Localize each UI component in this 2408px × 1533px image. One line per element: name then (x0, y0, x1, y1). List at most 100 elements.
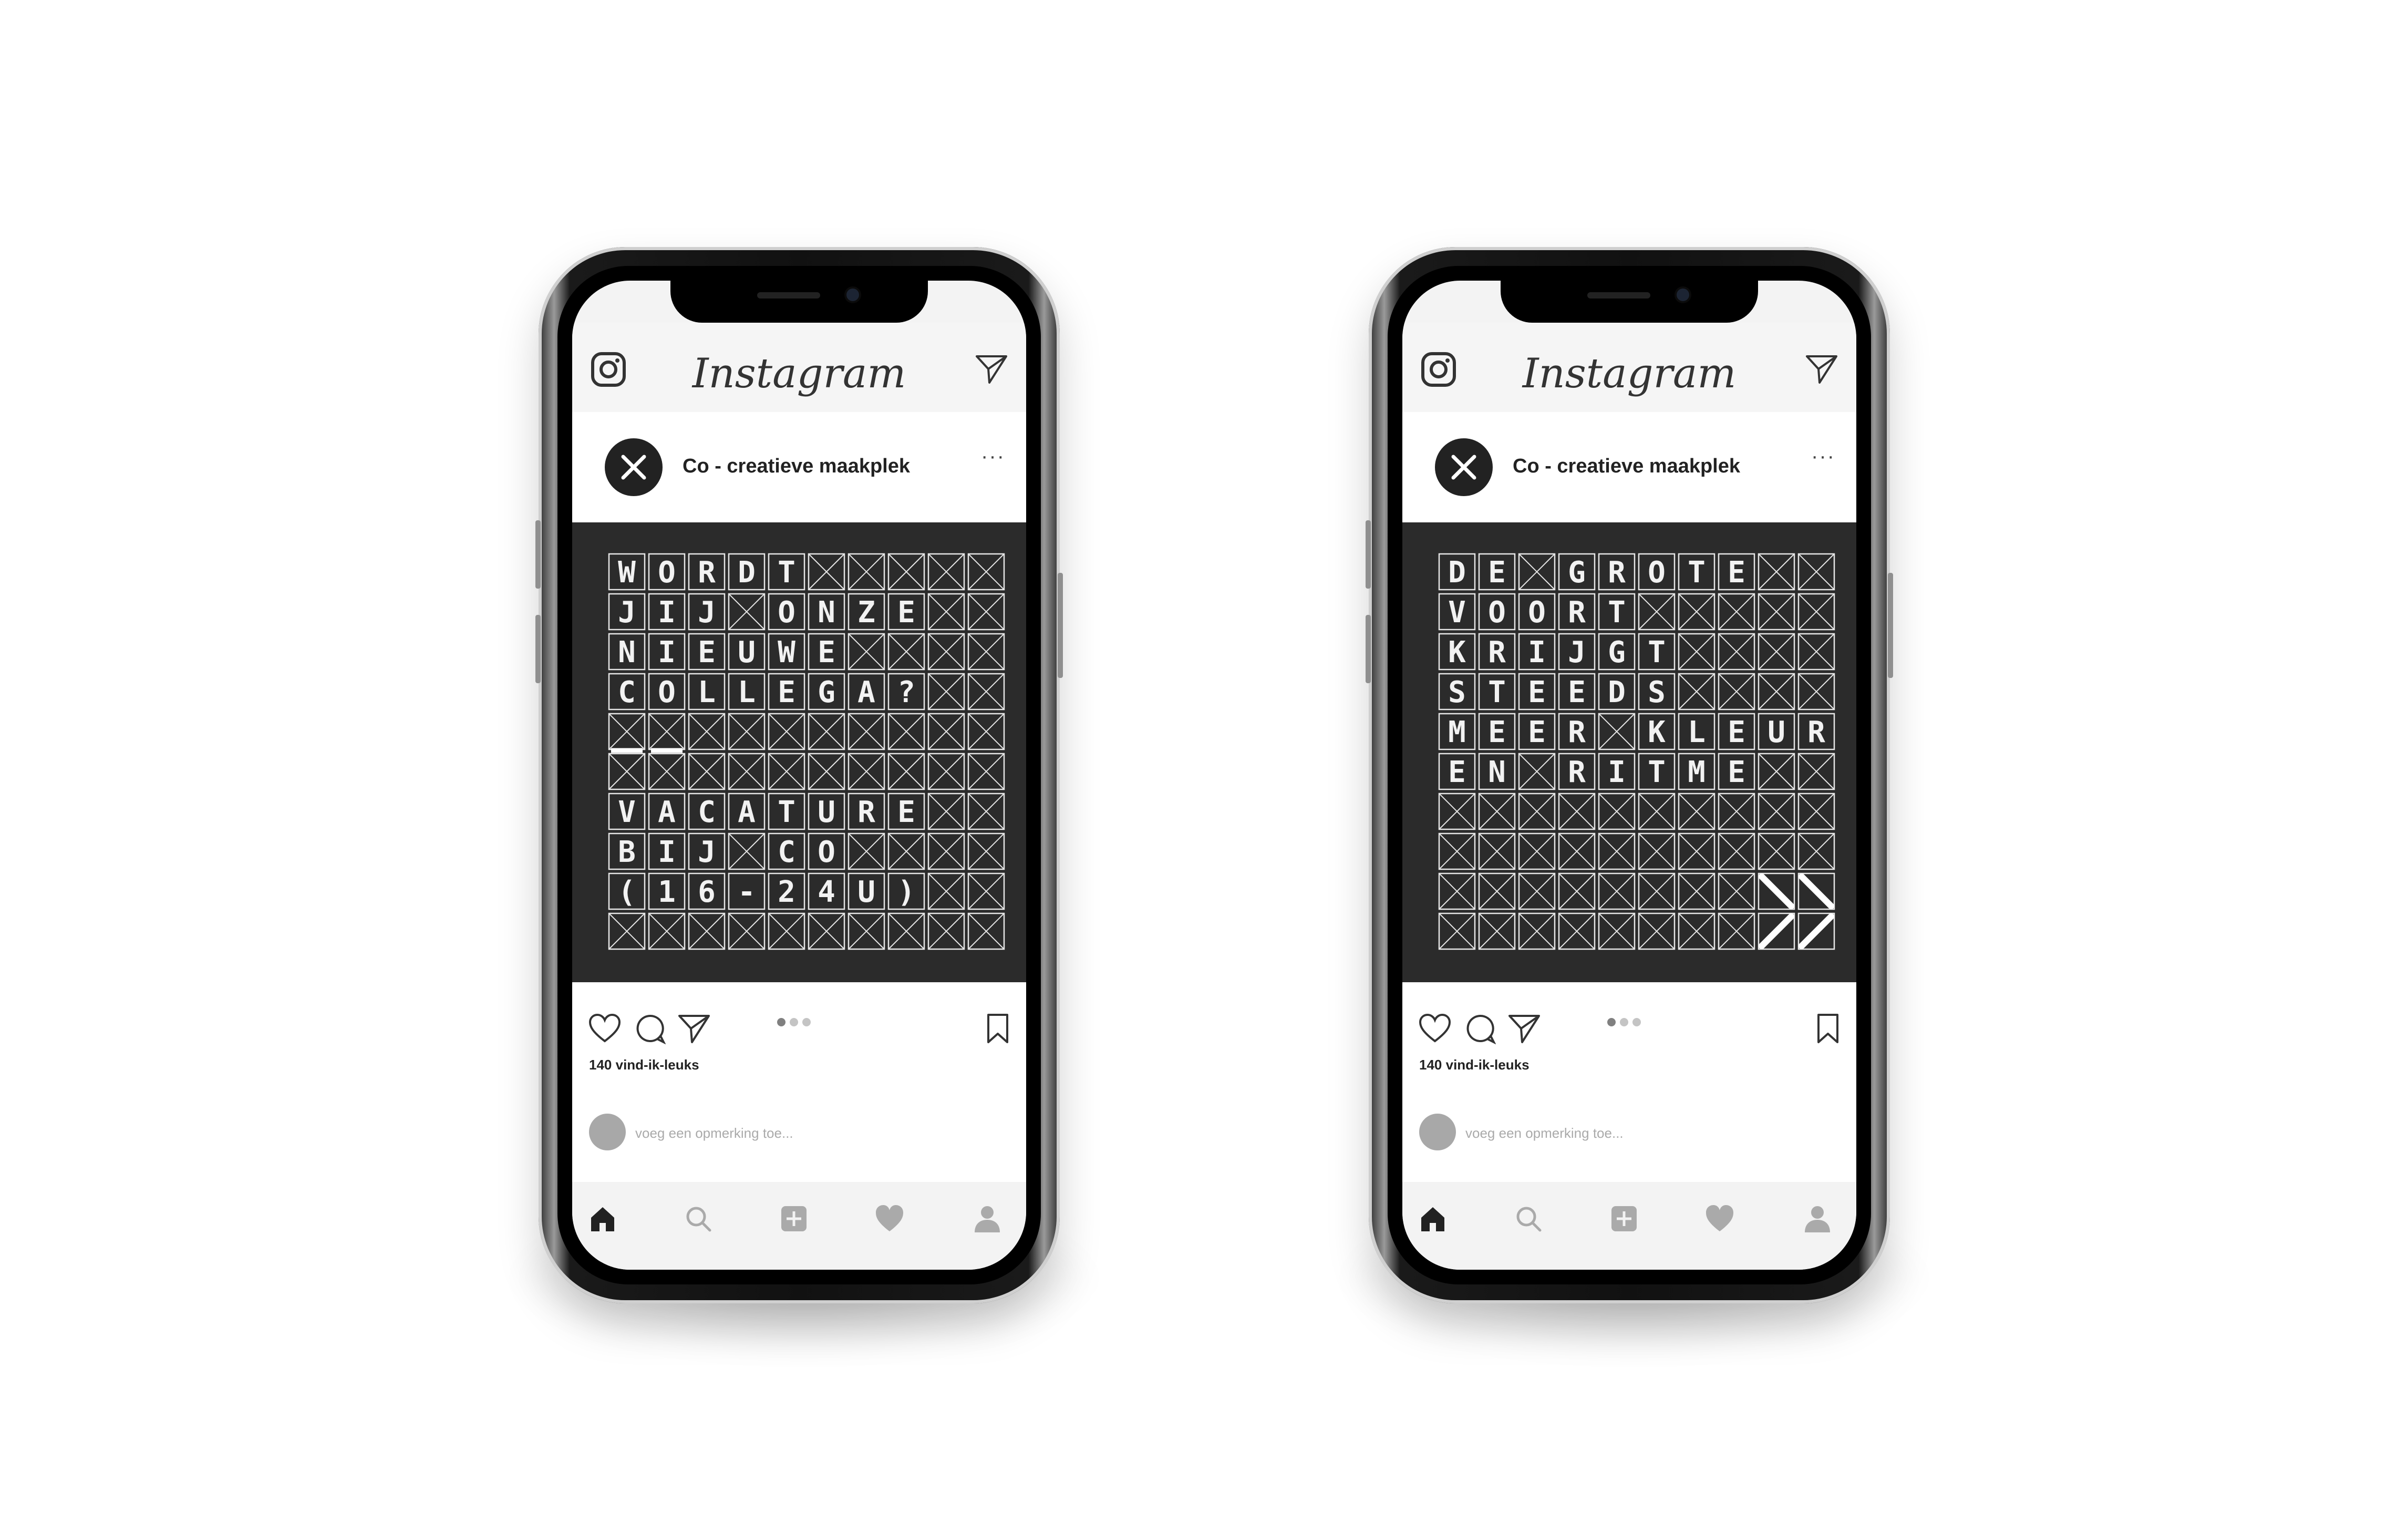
search-icon[interactable] (1513, 1203, 1544, 1234)
bold-mark-tile (1797, 872, 1835, 910)
letter-grid: W O R D TJ I J O N Z EN I E U W EC O L L E G A ?V A C A T U R EB I J C O(… (608, 553, 1005, 950)
bookmark-icon[interactable] (1816, 1013, 1839, 1044)
letter-tile: I (1598, 753, 1636, 790)
carousel-dot (1620, 1018, 1628, 1026)
app-header: Instagram (572, 323, 1026, 412)
letter-tile: T (1638, 633, 1676, 671)
svg-text:R: R (1568, 715, 1586, 749)
comment-input[interactable]: voeg een opmerking toe... (635, 1125, 793, 1141)
svg-text:M: M (1688, 755, 1706, 789)
svg-text:Z: Z (857, 595, 875, 630)
empty-tile (808, 912, 845, 950)
side-button (1366, 520, 1371, 589)
share-icon[interactable] (1507, 1013, 1541, 1044)
comment-icon[interactable] (1464, 1013, 1496, 1044)
svg-text:R: R (1608, 555, 1626, 590)
heart-icon[interactable] (1418, 1013, 1452, 1044)
activity-icon[interactable] (874, 1203, 905, 1234)
empty-tile (1718, 593, 1755, 631)
heart-icon[interactable] (588, 1013, 622, 1044)
speaker (757, 292, 820, 299)
empty-tile (1758, 553, 1795, 591)
letter-tile: T (1598, 593, 1636, 631)
letter-tile: I (648, 832, 686, 870)
letter-tile: 2 (768, 872, 805, 910)
svg-text:R: R (1568, 755, 1586, 789)
add-icon[interactable] (778, 1203, 810, 1234)
empty-tile (967, 713, 1005, 750)
direct-message-icon[interactable] (975, 353, 1008, 385)
instagram-camera-icon[interactable] (1420, 351, 1457, 388)
empty-tile (1797, 673, 1835, 711)
post-image[interactable]: DEGROTEVOORTKRIJGTSTEEDSMEERKLEURENRITME (1402, 522, 1856, 982)
comment-input[interactable]: voeg een opmerking toe... (1465, 1125, 1624, 1141)
profile-icon[interactable] (972, 1203, 1003, 1234)
empty-tile (1478, 832, 1516, 870)
comment-icon[interactable] (634, 1013, 666, 1044)
letter-tile: U (728, 633, 766, 671)
empty-tile (1638, 832, 1676, 870)
empty-tile (848, 633, 885, 671)
svg-text:V: V (1448, 595, 1466, 630)
more-options-button[interactable]: ··· (981, 445, 1005, 468)
letter-tile: V (608, 793, 646, 830)
avatar (589, 1114, 626, 1150)
svg-text:I: I (1528, 635, 1546, 670)
share-icon[interactable] (677, 1013, 711, 1044)
account-avatar[interactable] (1435, 438, 1493, 496)
svg-text:C: C (618, 675, 636, 709)
empty-tile (967, 673, 1005, 711)
empty-tile (1797, 832, 1835, 870)
tab-bar (572, 1182, 1026, 1270)
side-button (535, 615, 541, 683)
account-name[interactable]: Co - creatieve maakplek (1513, 455, 1740, 478)
activity-icon[interactable] (1704, 1203, 1735, 1234)
letter-tile: L (1678, 713, 1715, 750)
letter-tile: N (608, 633, 646, 671)
svg-text:R: R (1488, 635, 1506, 670)
direct-message-icon[interactable] (1805, 353, 1838, 385)
letter-tile: E (1478, 553, 1516, 591)
letter-tile: R (688, 553, 726, 591)
home-icon[interactable] (587, 1203, 618, 1234)
svg-text:): ) (897, 875, 915, 909)
add-icon[interactable] (1608, 1203, 1640, 1234)
empty-tile (808, 713, 845, 750)
search-icon[interactable] (683, 1203, 714, 1234)
svg-text:W: W (618, 555, 636, 590)
more-options-button[interactable]: ··· (1811, 445, 1835, 468)
svg-text:C: C (698, 795, 716, 829)
letter-tile: E (688, 633, 726, 671)
letter-tile: T (1478, 673, 1516, 711)
svg-text:D: D (738, 555, 756, 590)
empty-tile (1598, 713, 1636, 750)
empty-tile (1558, 872, 1596, 910)
letter-tile: U (848, 872, 885, 910)
empty-tile (1797, 793, 1835, 830)
svg-text:I: I (1608, 755, 1626, 789)
carousel-dot (1632, 1018, 1641, 1026)
letter-tile: L (688, 673, 726, 711)
empty-tile (1797, 593, 1835, 631)
instagram-camera-icon[interactable] (590, 351, 627, 388)
empty-tile (967, 593, 1005, 631)
letter-tile: B (608, 832, 646, 870)
account-avatar[interactable] (605, 438, 663, 496)
svg-text:R: R (698, 555, 716, 590)
account-name[interactable]: Co - creatieve maakplek (683, 455, 910, 478)
letter-tile: N (1478, 753, 1516, 790)
empty-tile (648, 713, 686, 753)
empty-tile (728, 713, 766, 750)
empty-tile (887, 912, 925, 950)
letter-tile: U (808, 793, 845, 830)
letter-tile: - (728, 872, 766, 910)
home-icon[interactable] (1417, 1203, 1449, 1234)
post-image[interactable]: W O R D T J I J O N Z E N I E U W E C O L L E G A? V A C A T U R E B I J C O(… (572, 522, 1026, 982)
bookmark-icon[interactable] (986, 1013, 1009, 1044)
profile-icon[interactable] (1802, 1203, 1833, 1234)
empty-tile (1558, 832, 1596, 870)
svg-text:J: J (1568, 635, 1586, 670)
letter-tile: I (1518, 633, 1556, 671)
svg-text:B: B (618, 835, 636, 869)
empty-tile (1678, 832, 1715, 870)
